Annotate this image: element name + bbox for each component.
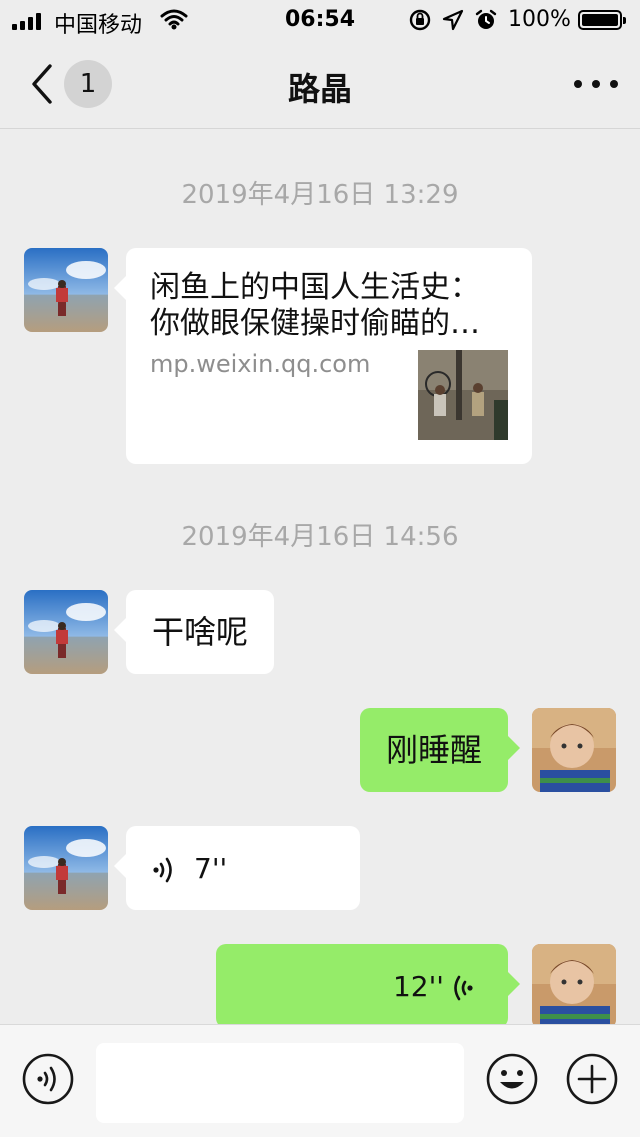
self-avatar-image xyxy=(532,944,616,1028)
more-functions-button[interactable] xyxy=(566,1053,618,1105)
contact-avatar-image xyxy=(24,826,108,910)
avatar-contact[interactable] xyxy=(24,248,108,332)
text-message-self[interactable]: 刚睡醒 xyxy=(359,708,521,792)
nav-bar: 1 路晶 xyxy=(0,40,640,129)
timestamp: 2019年4月16日 14:56 xyxy=(181,522,459,552)
input-bar xyxy=(0,1024,640,1137)
avatar-contact[interactable] xyxy=(24,826,108,910)
link-card-message[interactable]: 闲鱼上的中国人生活史：你做眼保健操时偷瞄的… mp.weixin.qq.com xyxy=(114,248,532,464)
link-source: mp.weixin.qq.com xyxy=(150,350,371,378)
alarm-icon xyxy=(474,8,498,38)
battery-icon xyxy=(578,10,626,30)
emoji-icon xyxy=(486,1053,538,1105)
link-title: 闲鱼上的中国人生活史：你做眼保健操时偷瞄的… xyxy=(150,270,480,341)
emoji-button[interactable] xyxy=(486,1053,538,1105)
avatar-self[interactable] xyxy=(532,708,616,792)
more-dots-icon xyxy=(574,80,582,88)
voice-mode-button[interactable] xyxy=(22,1053,74,1105)
link-thumbnail xyxy=(418,350,508,440)
chat-title: 路晶 xyxy=(287,70,352,108)
voice-message-self[interactable]: 12'' xyxy=(216,944,520,1028)
battery-percentage: 100% xyxy=(508,7,571,32)
more-button[interactable] xyxy=(574,64,618,104)
contact-avatar-image xyxy=(24,248,108,332)
voice-duration: 7'' xyxy=(194,852,228,885)
message-input[interactable] xyxy=(96,1043,464,1123)
status-bar: 中国移动 06:54 100% xyxy=(0,0,640,40)
voice-message[interactable]: 7'' xyxy=(114,826,360,910)
avatar-self[interactable] xyxy=(532,944,616,1028)
text-message[interactable]: 干啥呢 xyxy=(113,590,275,674)
plus-icon xyxy=(566,1053,618,1105)
location-icon xyxy=(442,9,464,37)
contact-avatar-image xyxy=(24,590,108,674)
avatar-contact[interactable] xyxy=(24,590,108,674)
voice-wave-icon xyxy=(152,854,176,892)
voice-input-icon xyxy=(22,1053,74,1105)
self-avatar-image xyxy=(532,708,616,792)
rotation-lock-icon xyxy=(408,8,432,38)
timestamp: 2019年4月16日 13:29 xyxy=(181,180,459,210)
voice-wave-icon xyxy=(450,972,474,1010)
voice-duration: 12'' xyxy=(392,970,444,1003)
